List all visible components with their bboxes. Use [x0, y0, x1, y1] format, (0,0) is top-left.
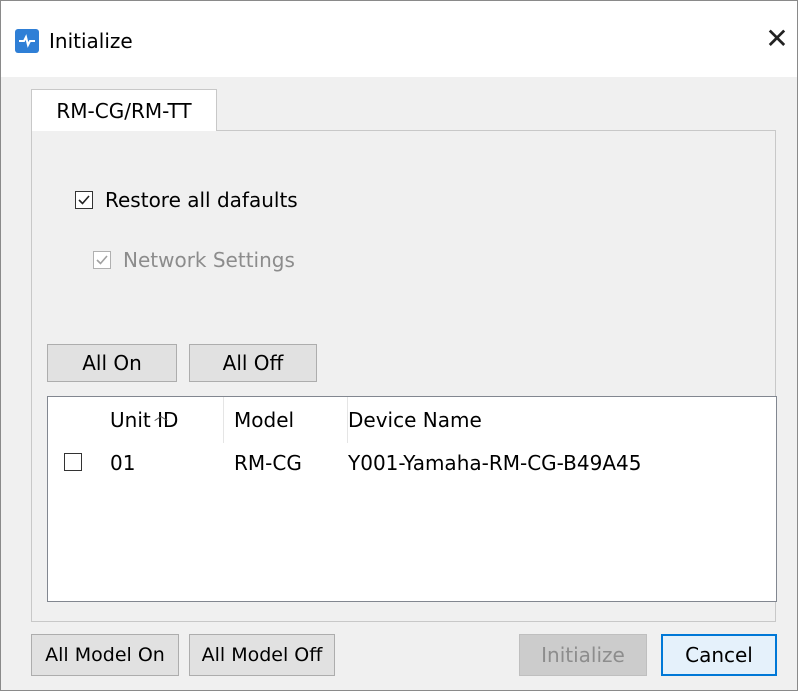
device-list: ︿ Unit ID Model Device Name 01 RM-CG Y00… [47, 396, 777, 602]
all-off-button[interactable]: All Off [189, 344, 317, 382]
checkmark-icon [96, 255, 108, 265]
title-bar: Initialize ✕ [1, 1, 797, 77]
checkmark-icon [78, 195, 90, 205]
table-row[interactable]: 01 RM-CG Y001-Yamaha-RM-CG-B49A45 [48, 447, 776, 479]
close-icon[interactable]: ✕ [761, 23, 793, 55]
all-on-button[interactable]: All On [47, 344, 177, 382]
restore-all-defaults-label[interactable]: Restore all dafaults [105, 187, 298, 213]
app-icon [15, 29, 39, 53]
cell-device-name: Y001-Yamaha-RM-CG-B49A45 [348, 451, 642, 475]
column-header-unit-id[interactable]: ︿ Unit ID [100, 397, 224, 443]
column-header-label: Model [234, 408, 295, 432]
cell-unit-id: 01 [110, 451, 136, 475]
row-checkbox[interactable] [64, 453, 82, 471]
cell-model: RM-CG [234, 451, 302, 475]
window-title: Initialize [49, 29, 133, 53]
column-header-model[interactable]: Model [224, 397, 348, 443]
network-settings-checkbox[interactable] [93, 251, 111, 269]
column-header-label: Unit ID [110, 408, 179, 432]
column-header-device-name[interactable]: Device Name [338, 397, 776, 443]
network-settings-label[interactable]: Network Settings [123, 247, 295, 273]
initialize-dialog: Initialize ✕ RM-CG/RM-TT Restore all daf… [0, 0, 798, 691]
restore-all-defaults-checkbox[interactable] [75, 191, 93, 209]
sort-ascending-icon: ︿ [154, 408, 168, 424]
all-model-on-button[interactable]: All Model On [31, 634, 179, 676]
cancel-button[interactable]: Cancel [661, 634, 777, 676]
initialize-button[interactable]: Initialize [519, 634, 647, 676]
all-model-off-button[interactable]: All Model Off [189, 634, 335, 676]
tab-rm-cg-rm-tt[interactable]: RM-CG/RM-TT [31, 89, 217, 131]
column-header-label: Device Name [348, 408, 482, 432]
